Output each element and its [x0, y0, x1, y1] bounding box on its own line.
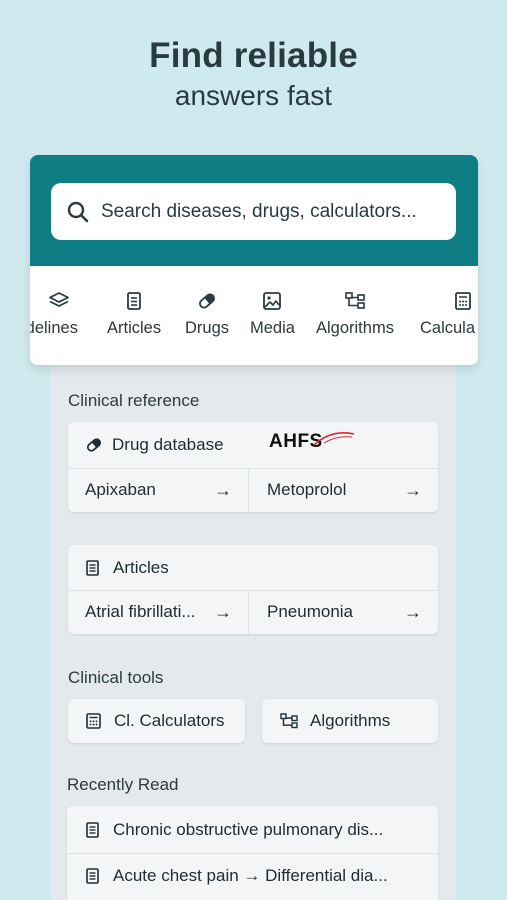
- article-link-pneumonia[interactable]: Pneumonia →: [249, 590, 438, 634]
- articles-label: Articles: [113, 557, 169, 577]
- drug-database-header[interactable]: Drug database AHFS: [68, 422, 438, 468]
- search-input[interactable]: Search diseases, drugs, calculators...: [51, 183, 456, 240]
- flowchart-icon: [280, 713, 298, 729]
- articles-header[interactable]: Articles: [68, 545, 438, 590]
- tab-algorithms[interactable]: Algorithms: [316, 292, 394, 338]
- drug-database-label: Drug database: [112, 435, 224, 454]
- clinical-tools-title: Clinical tools: [68, 668, 164, 687]
- tab-drugs-label: Drugs: [185, 319, 230, 337]
- hero-subtitle: answers fast: [174, 80, 333, 111]
- drug-link-metoprolol[interactable]: Metoprolol →: [249, 468, 438, 512]
- list-item-label: Acute chest pain → Differential dia...: [113, 866, 388, 885]
- arrow-right-icon: →: [404, 479, 422, 500]
- algorithms-row: Algorithms: [262, 699, 438, 743]
- document-icon: [86, 868, 99, 884]
- tab-media[interactable]: Media: [250, 292, 295, 338]
- pill-icon: [86, 438, 102, 452]
- arrow-right-icon: →: [214, 479, 232, 500]
- search-placeholder: Search diseases, drugs, calculators...: [101, 200, 417, 222]
- tab-algorithms-label: Algorithms: [316, 319, 394, 337]
- search-icon: [67, 201, 89, 223]
- list-item-label: Chronic obstructive pulmonary dis...: [113, 819, 384, 839]
- flowchart-icon: [345, 292, 365, 310]
- image-icon: [263, 292, 282, 310]
- calculators-label: Cl. Calculators: [114, 711, 225, 730]
- list-item[interactable]: Chronic obstructive pulmonary dis...: [67, 806, 438, 853]
- tab-articles-label: Articles: [107, 319, 162, 337]
- layers-icon: [49, 292, 69, 310]
- calculator-icon: [455, 292, 471, 310]
- calculators-button[interactable]: Cl. Calculators: [68, 699, 245, 743]
- hero: Find reliable answers fast: [0, 36, 507, 112]
- tab-calculators-label: Calcula: [420, 319, 476, 337]
- tab-media-label: Media: [250, 319, 295, 337]
- algorithms-button[interactable]: Algorithms: [262, 699, 438, 743]
- tab-guidelines[interactable]: idelines: [30, 292, 78, 338]
- drug-link-label: Apixaban: [85, 480, 156, 499]
- recently-read-list: Chronic obstructive pulmonary dis... Acu…: [67, 806, 438, 900]
- list-item[interactable]: Acute chest pain → Differential dia...: [67, 853, 438, 899]
- app-card: Search diseases, drugs, calculators... i…: [30, 155, 478, 365]
- pill-icon: [197, 292, 217, 310]
- clinical-reference-title: Clinical reference: [68, 391, 200, 410]
- article-link-label: Pneumonia: [267, 602, 354, 621]
- tab-calculators[interactable]: Calcula: [420, 292, 475, 338]
- app-header: Search diseases, drugs, calculators...: [30, 155, 478, 266]
- calculator-icon: [86, 713, 101, 729]
- drug-link-label: Metoprolol: [267, 480, 347, 499]
- tab-guidelines-label: idelines: [30, 319, 78, 337]
- ahfs-logo-swoosh: [313, 432, 355, 446]
- drug-link-apixaban[interactable]: Apixaban →: [68, 468, 248, 512]
- articles-card: Articles Atrial fibrillati... → Pneumoni…: [68, 545, 438, 634]
- category-tabs: idelines Articles Drugs Media Algorithms: [30, 266, 478, 365]
- document-icon: [86, 559, 99, 576]
- hero-title: Find reliable: [149, 36, 358, 75]
- arrow-right-icon: →: [404, 601, 422, 622]
- document-icon: [127, 292, 141, 310]
- arrow-right-icon: →: [214, 601, 232, 622]
- article-link-label: Atrial fibrillati...: [85, 602, 196, 621]
- tab-drugs[interactable]: Drugs: [185, 292, 229, 338]
- document-icon: [86, 821, 99, 838]
- tab-articles[interactable]: Articles: [107, 292, 161, 338]
- recently-read-title: Recently Read: [67, 775, 179, 794]
- article-link-atrial-fibrillation[interactable]: Atrial fibrillati... →: [68, 590, 248, 634]
- algorithms-label: Algorithms: [310, 711, 391, 730]
- calculators-row: Cl. Calculators: [68, 699, 245, 743]
- drug-database-card: Drug database AHFS Apixaban → Metoprolol…: [68, 422, 438, 512]
